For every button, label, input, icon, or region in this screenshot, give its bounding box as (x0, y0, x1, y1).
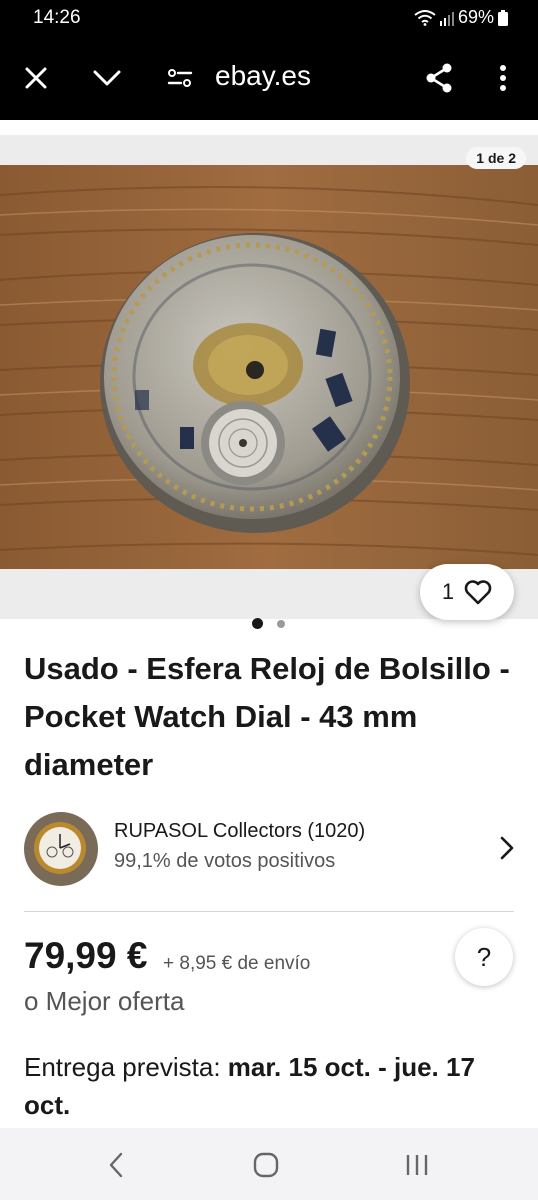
recents-button[interactable] (400, 1148, 434, 1182)
seller-row[interactable]: RUPASOL Collectors (1020) 99,1% de votos… (24, 810, 514, 890)
seller-avatar (24, 812, 98, 886)
listing-title: Usado - Esfera Reloj de Bolsillo - Pocke… (24, 651, 510, 782)
pocket-watch-dial-image (0, 165, 538, 569)
chevron-down-icon (93, 70, 121, 86)
watch-button[interactable]: 1 (420, 564, 514, 620)
battery-icon (498, 9, 508, 26)
navigation-bar (0, 1128, 538, 1200)
share-button[interactable] (419, 58, 459, 98)
seller-avatar-image (24, 812, 98, 886)
share-icon (426, 63, 452, 93)
close-icon (25, 67, 47, 89)
delivery-label: Entrega prevista: (24, 1052, 221, 1082)
back-button[interactable] (99, 1148, 133, 1182)
image-counter: 1 de 2 (466, 147, 526, 169)
page-dot[interactable] (277, 619, 285, 628)
status-time: 14:26 (33, 7, 81, 28)
shipping-cost: + 8,95 € de envío (163, 953, 311, 974)
help-button[interactable]: ? (455, 928, 513, 986)
more-vert-icon (500, 65, 506, 91)
status-bar: 14:26 69% (0, 0, 538, 36)
close-button[interactable] (16, 58, 56, 98)
image-gallery[interactable]: 1 de 2 (0, 135, 538, 619)
heart-icon (464, 580, 492, 605)
tune-icon (167, 69, 193, 87)
pagination-dots (252, 618, 285, 629)
battery-text: 69% (457, 7, 494, 27)
watch-count: 1 (441, 579, 455, 604)
page-dot-active[interactable] (252, 618, 263, 629)
price: 79,99 € (24, 935, 148, 976)
wifi-icon (414, 9, 436, 26)
home-button[interactable] (249, 1148, 283, 1182)
status-icons: 69% (414, 7, 508, 28)
chevron-right-icon (500, 836, 514, 860)
page-content: 1 de 2 1 Usado - Esfera Reloj de Bolsill… (0, 120, 538, 1128)
help-icon: ? (476, 941, 492, 972)
best-offer-text: o Mejor oferta (24, 986, 185, 1016)
minimize-button[interactable] (87, 58, 127, 98)
more-options-button[interactable] (483, 58, 523, 98)
seller-feedback: 99,1% de votos positivos (114, 850, 336, 872)
recents-icon (406, 1155, 428, 1175)
back-icon (109, 1152, 123, 1178)
divider (24, 911, 514, 912)
product-photo[interactable] (0, 165, 538, 569)
seller-name: RUPASOL Collectors (1020) (114, 820, 366, 842)
browser-toolbar: ebay.es (0, 36, 538, 120)
home-icon (253, 1152, 279, 1178)
url-text[interactable]: ebay.es (215, 60, 311, 92)
signal-icon (439, 11, 454, 26)
site-settings-button[interactable] (160, 58, 200, 98)
delivery-estimate: Entrega prevista: mar. 15 oct. - jue. 17… (24, 1048, 524, 1124)
